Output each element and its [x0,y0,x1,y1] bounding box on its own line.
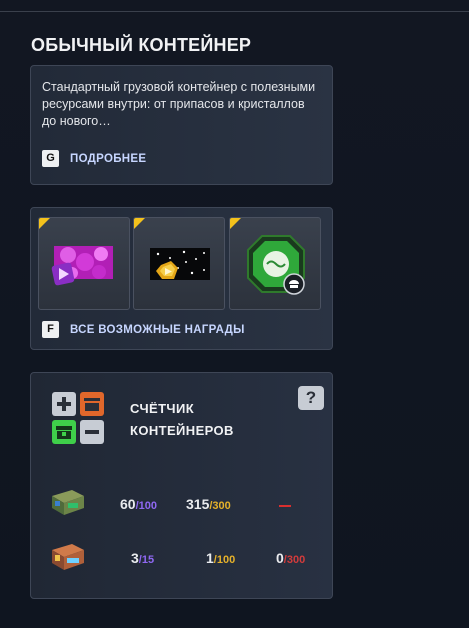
reward-card[interactable] [38,217,130,310]
container-open-icon[interactable] [80,392,104,416]
row2-stat-b-value: 1 [206,550,214,566]
all-rewards-link[interactable]: ВСЕ ВОЗМОЖНЫЕ НАГРАДЫ [70,324,245,336]
crystal-shot-icon [150,248,210,280]
rarity-corner [230,218,241,229]
key-hint-g: G [42,150,59,167]
container-closed-icon[interactable] [52,420,76,444]
reward-card[interactable] [133,217,225,310]
minus-icon[interactable] [80,420,104,444]
rarity-corner [39,218,50,229]
help-button[interactable]: ? [298,386,324,410]
row1-stat-c-dash [279,505,291,507]
row2-stat-b: 1/100 [206,550,235,566]
rarity-corner [134,218,145,229]
description-panel: Стандартный грузовой контейнер с полезны… [30,65,333,185]
key-hint-f: F [42,321,59,338]
row2-stat-a: 3/15 [131,550,154,566]
paint-icon [51,246,113,286]
row2-stat-a-value: 3 [131,550,139,566]
description-text: Стандартный грузовой контейнер с полезны… [42,80,316,128]
top-divider [0,11,469,12]
common-container-icon [52,490,84,515]
row1-stat-a-value: 60 [120,496,136,512]
container-counter-panel: СЧЁТЧИК КОНТЕЙНЕРОВ ? 60/100 315/300 3/1… [30,372,333,599]
row1-stat-b-max: /300 [209,500,231,512]
row2-stat-a-max: /15 [138,554,155,566]
more-info-link[interactable]: ПОДРОБНЕЕ [70,153,146,165]
plus-icon[interactable] [52,392,76,416]
counter-title-line1: СЧЁТЧИК [130,401,195,416]
page-title: ОБЫЧНЫЙ КОНТЕЙНЕР [31,35,252,55]
rewards-panel: F ВСЕ ВОЗМОЖНЫЕ НАГРАДЫ [30,207,333,350]
drone-module-icon [247,235,305,295]
counter-title: СЧЁТЧИК КОНТЕЙНЕРОВ [130,398,234,442]
counter-title-line2: КОНТЕЙНЕРОВ [130,423,234,438]
row2-stat-b-max: /100 [213,554,236,566]
row2-stat-c: 0/300 [276,550,305,566]
row1-stat-b-value: 315 [186,496,210,512]
rare-container-icon [52,544,84,570]
row2-stat-c-max: /300 [283,554,306,566]
reward-card[interactable] [229,217,321,310]
row1-stat-b: 315/300 [186,496,231,512]
row1-stat-a-max: /100 [135,500,157,512]
row2-stat-c-value: 0 [276,550,284,566]
row1-stat-a: 60/100 [120,496,157,512]
